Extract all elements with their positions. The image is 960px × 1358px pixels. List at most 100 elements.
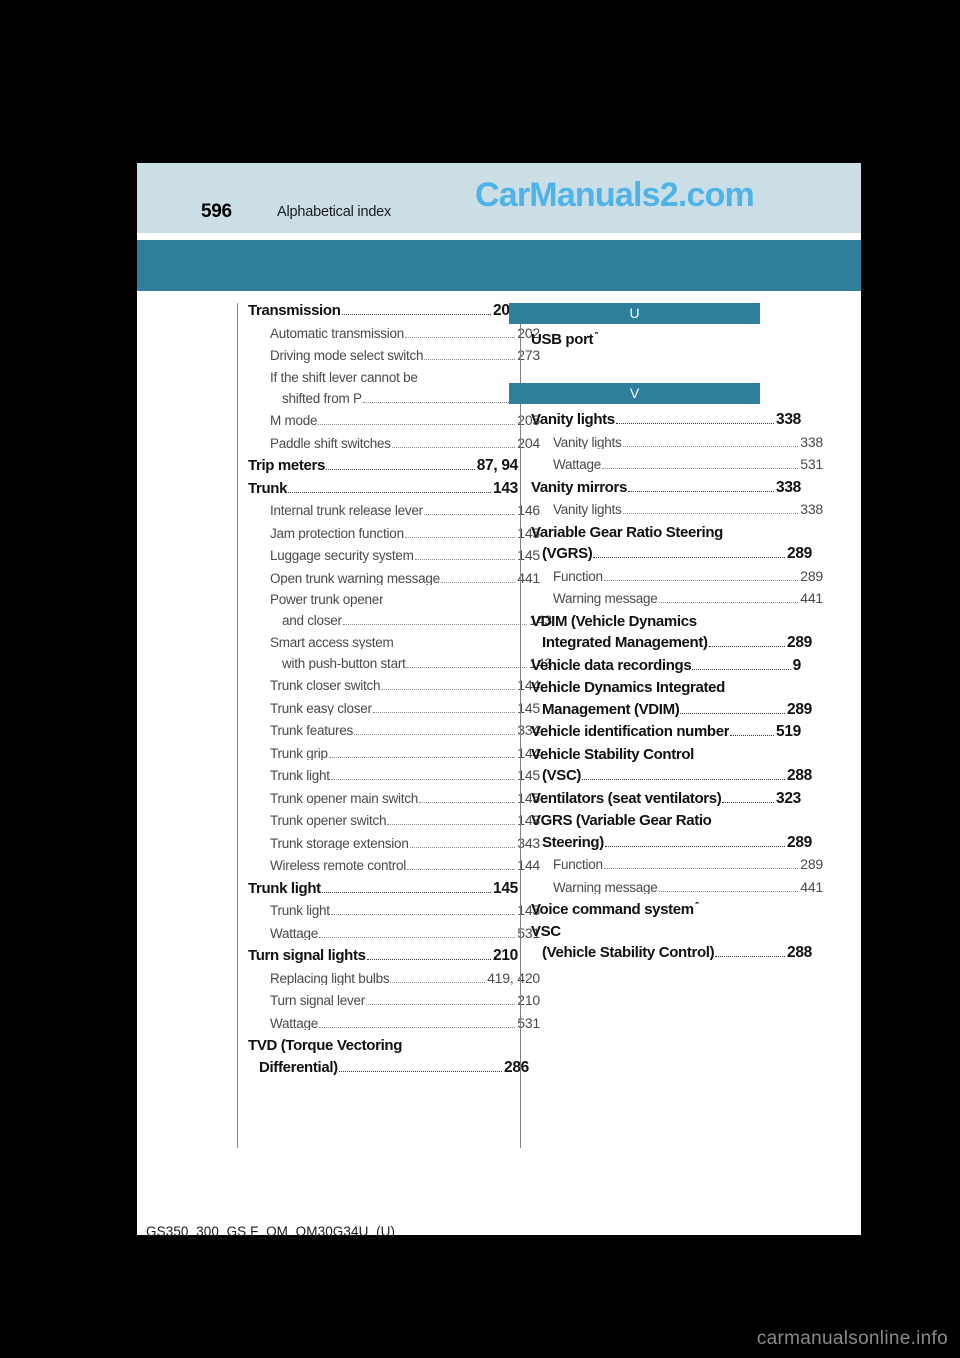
dot-leader xyxy=(328,756,516,758)
index-entry[interactable]: with push-button start 143 xyxy=(248,656,552,672)
manual-page-sheet: 596 Alphabetical index CarManuals2.com T… xyxy=(137,163,861,1235)
index-entry[interactable]: Differential) 286 xyxy=(248,1059,529,1076)
index-entry[interactable]: Trunk storage extension 343 xyxy=(248,836,540,852)
index-entry[interactable]: M mode 205 xyxy=(248,413,540,429)
index-entry[interactable]: VDIM (Vehicle Dynamics xyxy=(531,614,801,629)
dot-leader xyxy=(406,666,528,668)
dot-leader xyxy=(372,711,516,713)
index-entry[interactable]: Trunk opener main switch 145 xyxy=(248,791,540,807)
index-entry[interactable]: Trunk closer switch 144 xyxy=(248,678,540,694)
index-entry-label: Vehicle Stability Control xyxy=(531,746,694,762)
index-entry[interactable]: Function 289 xyxy=(531,857,823,873)
index-entry[interactable]: USB port* xyxy=(531,332,801,347)
index-entry[interactable]: Vanity lights 338 xyxy=(531,435,823,451)
dot-leader xyxy=(414,558,516,560)
index-entry[interactable]: TVD (Torque Vectoring xyxy=(248,1038,518,1053)
index-entry[interactable]: Variable Gear Ratio Steering xyxy=(531,525,801,540)
index-entry[interactable]: Trunk easy closer 145 xyxy=(248,701,540,717)
index-entry-label: Wattage xyxy=(553,458,602,472)
index-entry[interactable]: Automatic transmission 202 xyxy=(248,326,540,342)
index-entry-label: Wireless remote control xyxy=(270,859,407,873)
index-entry[interactable]: Luggage security system 145 xyxy=(248,548,540,564)
index-entry[interactable]: (VSC) 288 xyxy=(531,768,812,784)
index-entry-label: Replacing light bulbs xyxy=(270,971,390,985)
dot-leader xyxy=(407,868,516,870)
dot-leader xyxy=(615,422,775,424)
index-entry[interactable]: Trunk 143 xyxy=(248,480,518,497)
index-entry[interactable]: Function 289 xyxy=(531,569,823,585)
index-entry[interactable]: Steering) 289 xyxy=(531,834,812,851)
index-entry[interactable]: VGRS (Variable Gear Ratio xyxy=(531,813,801,828)
index-entry[interactable]: Vanity mirrors 338 xyxy=(531,479,801,496)
index-entry[interactable]: Trunk light 145 xyxy=(248,879,518,897)
index-entry[interactable]: Driving mode select switch 273 xyxy=(248,348,540,364)
index-entry[interactable]: Ventilators (seat ventilators) 323 xyxy=(531,790,801,807)
dot-leader xyxy=(381,688,516,690)
dot-leader xyxy=(603,579,799,581)
index-entry-label: Vehicle data recordings xyxy=(531,657,692,673)
index-entry[interactable]: Wattage 531 xyxy=(248,926,540,942)
dot-leader xyxy=(715,955,786,957)
index-entry[interactable]: Turn signal lights 210 xyxy=(248,948,518,964)
index-entry[interactable]: Open trunk warning message 441 xyxy=(248,571,540,587)
dot-leader xyxy=(319,1026,516,1028)
index-entry-label: VGRS (Variable Gear Ratio xyxy=(531,813,712,828)
index-entry[interactable]: Vehicle identification number 519 xyxy=(531,724,801,740)
index-entry[interactable]: Trunk features 334 xyxy=(248,723,540,739)
index-entry-label: Trunk xyxy=(248,480,288,496)
dot-leader xyxy=(582,778,786,780)
index-entry[interactable]: Warning message 441 xyxy=(531,591,823,607)
index-entry-label: Function xyxy=(553,858,603,872)
index-entry[interactable]: VSC xyxy=(531,924,801,939)
index-entry[interactable]: Wireless remote control 144 xyxy=(248,858,540,874)
index-entry[interactable]: Transmission 202 xyxy=(248,303,518,319)
index-entry[interactable]: Vehicle Stability Control xyxy=(531,747,801,762)
index-entry[interactable]: Warning message 441 xyxy=(531,880,823,896)
index-entry-label: Trunk opener main switch xyxy=(270,791,419,805)
index-entry[interactable]: Vanity lights 338 xyxy=(531,502,823,518)
index-entry[interactable]: Trunk light 145 xyxy=(248,768,540,784)
index-entry-page-number: 288 xyxy=(787,944,812,961)
index-entry[interactable]: Voice command system* xyxy=(531,902,801,917)
dot-leader xyxy=(405,336,516,338)
index-entry-label: Turn signal lever xyxy=(270,994,366,1008)
index-entry[interactable]: and closer 143 xyxy=(248,613,552,629)
index-entry[interactable]: Wattage 531 xyxy=(531,457,823,473)
index-entry[interactable]: Integrated Management) 289 xyxy=(531,635,812,651)
index-entry-label: Vanity mirrors xyxy=(531,479,627,495)
index-entry-page-number: 338 xyxy=(776,411,801,428)
index-entry[interactable]: If the shift lever cannot be xyxy=(248,371,540,385)
dot-leader xyxy=(730,734,775,736)
index-entry[interactable]: Trunk opener switch 143 xyxy=(248,813,540,829)
watermark-carmanualsonline: carmanualsonline.info xyxy=(756,1328,948,1349)
index-entry-label: Integrated Management) xyxy=(542,635,708,650)
index-entry[interactable]: Vehicle data recordings 9 xyxy=(531,657,801,674)
index-entry[interactable]: Management (VDIM) 289 xyxy=(531,701,812,718)
index-entry[interactable]: Jam protection function 145 xyxy=(248,526,540,542)
index-entry-label: Paddle shift switches xyxy=(270,436,391,450)
index-entry-label: Trip meters xyxy=(248,458,326,473)
dot-leader xyxy=(404,536,516,538)
index-entry[interactable]: Vehicle Dynamics Integrated xyxy=(531,680,801,695)
index-entry[interactable]: Internal trunk release lever 146 xyxy=(248,503,540,519)
index-entry[interactable]: Trunk light 145 xyxy=(248,903,540,919)
dot-leader xyxy=(722,801,775,803)
index-entry[interactable]: (VGRS) 289 xyxy=(531,546,812,562)
index-entry[interactable]: Replacing light bulbs 419, 420 xyxy=(248,971,540,987)
index-entry[interactable]: Power trunk opener xyxy=(248,593,540,607)
index-entry-label: Transmission xyxy=(248,303,341,318)
index-entry-page-number: 145 xyxy=(493,879,518,897)
index-entry[interactable]: Paddle shift switches 204 xyxy=(248,436,540,452)
index-entry[interactable]: (Vehicle Stability Control) 288 xyxy=(531,945,812,961)
index-entry[interactable]: shifted from P208 xyxy=(248,391,552,407)
index-entry[interactable]: Vanity lights 338 xyxy=(531,412,801,428)
left-entry-list: Transmission 202 Automatic transmission 202… xyxy=(248,303,552,1082)
index-entry[interactable]: Turn signal lever 210 xyxy=(248,993,540,1009)
dot-leader xyxy=(321,891,492,893)
index-entry-label: Function xyxy=(553,569,603,583)
index-entry[interactable]: Wattage 531 xyxy=(248,1016,540,1032)
index-entry[interactable]: Trip meters 87, 94 xyxy=(248,458,518,474)
index-entry-label: Trunk light xyxy=(248,880,321,896)
index-entry[interactable]: Trunk grip 144 xyxy=(248,746,540,762)
index-entry[interactable]: Smart access system xyxy=(248,636,540,650)
